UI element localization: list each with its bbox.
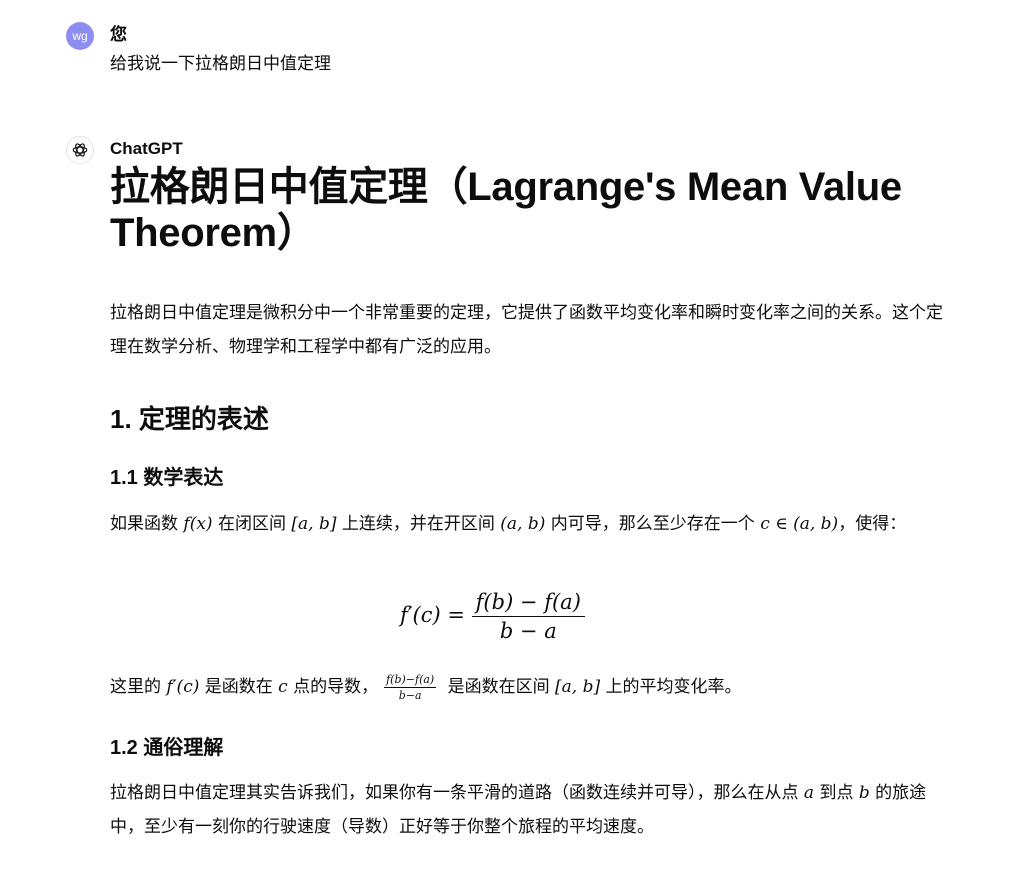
text-run: 是函数在区间 bbox=[442, 677, 556, 697]
subsection-heading-math: 1.1 数学表达 bbox=[110, 467, 224, 489]
text-run: 拉格朗日中值定理其实告诉我们，如果你有一条平滑的道路（函数连续并可导），那么在从… bbox=[110, 783, 804, 803]
math-derivative-at-c: f′(c) bbox=[166, 677, 200, 697]
user-author-name: 您 bbox=[110, 25, 127, 44]
math-b: b bbox=[858, 783, 870, 803]
theorem-statement-paragraph: 如果函数 f(x) 在闭区间 [a, b] 上连续，并在开区间 (a, b) 内… bbox=[110, 507, 960, 541]
text-run: ，使得： bbox=[838, 514, 907, 534]
math-c: c bbox=[278, 677, 288, 697]
formula-denominator: b − a bbox=[499, 619, 557, 643]
text-run: 这里的 bbox=[110, 677, 167, 697]
chatgpt-logo-icon bbox=[66, 136, 94, 164]
math-c-in-interval: c ∈ (a, b) bbox=[760, 514, 839, 534]
formula-lhs: f′(c) = bbox=[400, 603, 465, 627]
math-a: a bbox=[803, 783, 815, 803]
inline-fraction-numerator: f(b)−f(a) bbox=[384, 672, 437, 688]
formula-numerator: f(b) − f(a) bbox=[471, 590, 585, 617]
text-run: 在闭区间 bbox=[212, 514, 292, 534]
math-closed-interval: [a, b] bbox=[291, 514, 337, 534]
inline-fraction-denominator: b−a bbox=[398, 688, 422, 702]
math-f-x: f(x) bbox=[183, 514, 213, 534]
intro-paragraph: 拉格朗日中值定理是微积分中一个非常重要的定理，它提供了函数平均变化率和瞬时变化率… bbox=[110, 303, 943, 357]
text-run: 上的平均变化率。 bbox=[600, 677, 742, 697]
math-closed-interval: [a, b] bbox=[555, 677, 601, 697]
text-run: 是函数在 bbox=[199, 677, 279, 697]
assistant-author-name: ChatGPT bbox=[110, 139, 183, 158]
text-run: 上连续，并在开区间 bbox=[336, 514, 501, 534]
text-run: 点的导数， bbox=[287, 677, 379, 697]
section-heading-statement: 1. 定理的表述 bbox=[110, 404, 269, 434]
text-run: 如果函数 bbox=[110, 514, 184, 534]
answer-title: 拉格朗日中值定理（Lagrange's Mean Value Theorem） bbox=[110, 165, 902, 255]
intuition-paragraph: 拉格朗日中值定理其实告诉我们，如果你有一条平滑的道路（函数连续并可导），那么在从… bbox=[110, 776, 960, 844]
subsection-heading-intuition: 1.2 通俗理解 bbox=[110, 737, 224, 759]
text-run: 内可导，那么至少存在一个 bbox=[545, 514, 761, 534]
text-run: 到点 bbox=[814, 783, 859, 803]
assistant-content: 拉格朗日中值定理（Lagrange's Mean Value Theorem） … bbox=[110, 164, 960, 837]
formula-meaning-paragraph: 这里的 f′(c) 是函数在 c 点的导数， f(b)−f(a) b−a 是函数在区… bbox=[110, 670, 960, 704]
mean-value-formula: f′(c) = f(b) − f(a) b − a bbox=[400, 590, 585, 643]
user-avatar: wg bbox=[66, 22, 94, 50]
user-message-text: 给我说一下拉格朗日中值定理 bbox=[110, 54, 331, 74]
inline-fraction: f(b)−f(a) b−a bbox=[384, 672, 437, 702]
formula-fraction: f(b) − f(a) b − a bbox=[471, 590, 585, 643]
math-open-interval: (a, b) bbox=[500, 514, 546, 534]
